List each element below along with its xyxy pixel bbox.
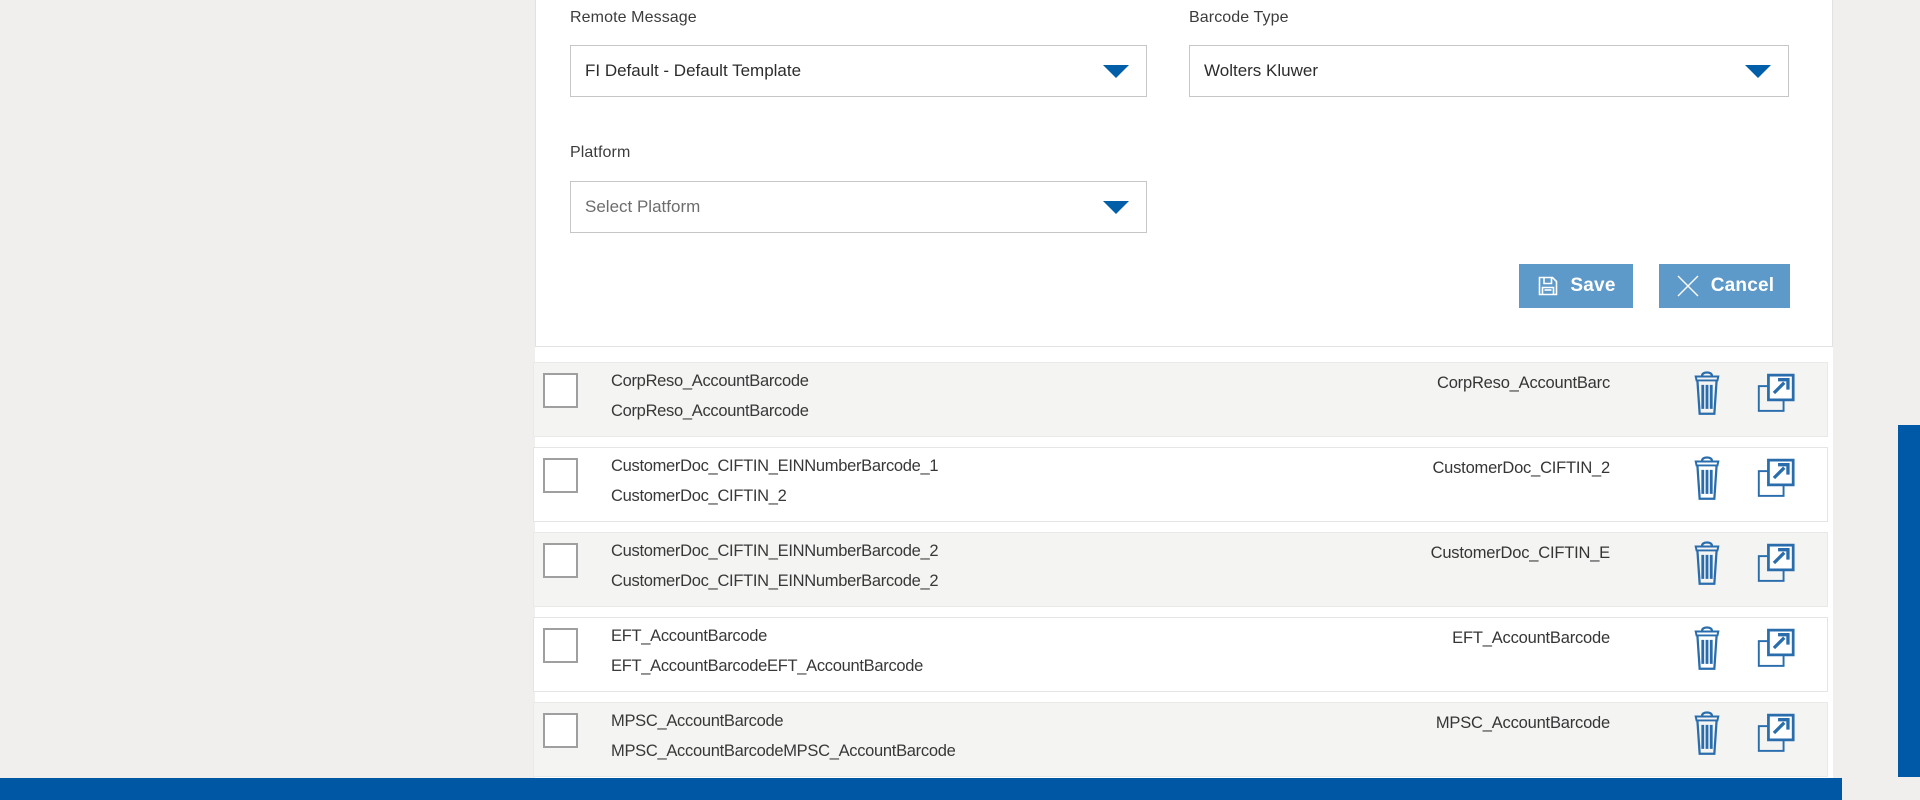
row-description: EFT_AccountBarcodeEFT_AccountBarcode — [611, 657, 923, 676]
vertical-scrollbar-thumb[interactable] — [1898, 425, 1920, 777]
trash-icon — [1687, 576, 1727, 591]
row-description: MPSC_AccountBarcodeMPSC_AccountBarcode — [611, 742, 955, 761]
barcode-type-value: Wolters Kluwer — [1204, 46, 1318, 96]
open-row-button[interactable] — [1754, 710, 1796, 758]
row-description: CorpReso_AccountBarcode — [611, 402, 809, 421]
open-in-new-icon — [1754, 659, 1798, 674]
horizontal-scrollbar-thumb[interactable] — [0, 778, 1842, 800]
trash-icon — [1687, 406, 1727, 421]
remote-message-dropdown[interactable]: FI Default - Default Template — [570, 45, 1147, 97]
barcode-list: CorpReso_AccountBarcode CorpReso_Account… — [533, 362, 1828, 787]
template-edit-form: Remote Message FI Default - Default Temp… — [535, 0, 1833, 347]
row-name: MPSC_AccountBarcode — [611, 712, 783, 731]
trash-icon — [1687, 661, 1727, 676]
row-name: EFT_AccountBarcode — [611, 627, 767, 646]
trash-icon — [1687, 491, 1727, 506]
barcode-type-dropdown[interactable]: Wolters Kluwer — [1189, 45, 1789, 97]
open-in-new-icon — [1754, 574, 1798, 589]
open-row-button[interactable] — [1754, 455, 1796, 503]
delete-row-button[interactable] — [1686, 455, 1728, 503]
row-barcode-value: CustomerDoc_CIFTIN_2 — [1432, 459, 1610, 478]
cancel-button-label: Cancel — [1711, 275, 1775, 297]
row-checkbox[interactable] — [543, 713, 578, 748]
barcode-row: MPSC_AccountBarcode MPSC_AccountBarcodeM… — [533, 702, 1828, 777]
chevron-down-icon — [1103, 65, 1129, 78]
open-row-button[interactable] — [1754, 625, 1796, 673]
x-icon — [1675, 273, 1701, 299]
cancel-button[interactable]: Cancel — [1659, 264, 1790, 308]
row-name: CorpReso_AccountBarcode — [611, 372, 809, 391]
delete-row-button[interactable] — [1686, 625, 1728, 673]
row-barcode-value: CorpReso_AccountBarc — [1437, 374, 1610, 393]
remote-message-value: FI Default - Default Template — [585, 46, 801, 96]
row-barcode-value: CustomerDoc_CIFTIN_E — [1431, 544, 1610, 563]
row-checkbox[interactable] — [543, 628, 578, 663]
delete-row-button[interactable] — [1686, 710, 1728, 758]
row-description: CustomerDoc_CIFTIN_2 — [611, 487, 787, 506]
chevron-down-icon — [1745, 65, 1771, 78]
platform-label: Platform — [570, 144, 630, 162]
row-barcode-value: MPSC_AccountBarcode — [1436, 714, 1610, 733]
row-checkbox[interactable] — [543, 543, 578, 578]
row-barcode-value: EFT_AccountBarcode — [1452, 629, 1610, 648]
platform-dropdown[interactable]: Select Platform — [570, 181, 1147, 233]
row-name: CustomerDoc_CIFTIN_EINNumberBarcode_1 — [611, 457, 938, 476]
floppy-disk-icon — [1536, 274, 1560, 298]
barcode-row: EFT_AccountBarcode EFT_AccountBarcodeEFT… — [533, 617, 1828, 692]
row-checkbox[interactable] — [543, 373, 578, 408]
open-in-new-icon — [1754, 489, 1798, 504]
barcode-row: CorpReso_AccountBarcode CorpReso_Account… — [533, 362, 1828, 437]
remote-message-label: Remote Message — [570, 9, 697, 27]
row-checkbox[interactable] — [543, 458, 578, 493]
delete-row-button[interactable] — [1686, 540, 1728, 588]
barcode-type-label: Barcode Type — [1189, 9, 1289, 27]
barcode-row: CustomerDoc_CIFTIN_EINNumberBarcode_1 Cu… — [533, 447, 1828, 522]
barcode-row: CustomerDoc_CIFTIN_EINNumberBarcode_2 Cu… — [533, 532, 1828, 607]
save-button[interactable]: Save — [1519, 264, 1633, 308]
save-button-label: Save — [1570, 275, 1615, 297]
open-in-new-icon — [1754, 744, 1798, 759]
chevron-down-icon — [1103, 201, 1129, 214]
delete-row-button[interactable] — [1686, 370, 1728, 418]
open-row-button[interactable] — [1754, 370, 1796, 418]
open-row-button[interactable] — [1754, 540, 1796, 588]
row-description: CustomerDoc_CIFTIN_EINNumberBarcode_2 — [611, 572, 938, 591]
open-in-new-icon — [1754, 404, 1798, 419]
trash-icon — [1687, 746, 1727, 761]
platform-placeholder-value: Select Platform — [585, 182, 700, 232]
row-name: CustomerDoc_CIFTIN_EINNumberBarcode_2 — [611, 542, 938, 561]
